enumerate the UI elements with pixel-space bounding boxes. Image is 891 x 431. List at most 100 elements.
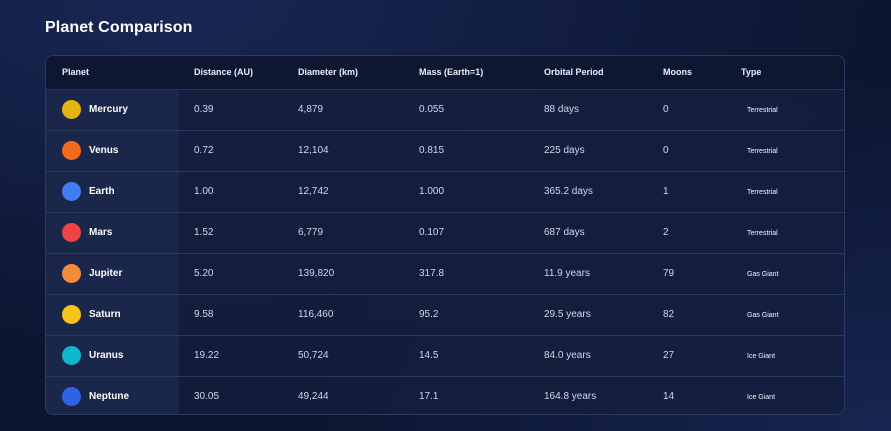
planet-name: Neptune — [89, 391, 129, 403]
type-badge: Ice Giant — [747, 353, 776, 360]
moons-cell: 79 — [663, 252, 741, 294]
planet-cell: Jupiter — [46, 252, 179, 294]
planet-cell: Earth — [46, 170, 179, 212]
type-badge: Terrestrial — [747, 148, 778, 155]
mass-cell: 0.055 — [419, 104, 445, 115]
orbital-period-cell: 225 days — [544, 129, 663, 171]
mass-cell: 95.2 — [419, 293, 544, 335]
planet-color-icon — [62, 223, 81, 242]
header-moons[interactable]: Moons — [663, 56, 741, 90]
moons-cell: 27 — [663, 334, 741, 376]
planet-cell: Venus — [46, 129, 179, 171]
table-row[interactable]: Venus 0.72 12,104 0.815 225 days 0 Terre… — [46, 129, 844, 171]
header-type[interactable]: Type — [741, 56, 844, 90]
diameter-cell: 12,104 — [298, 129, 419, 171]
type-badge: Gas Giant — [747, 312, 779, 319]
type-cell: Terrestrial — [741, 170, 844, 212]
planet-name: Saturn — [89, 309, 121, 320]
table-row[interactable]: Neptune 30.05 49,244 17.1 164.8 years 14… — [46, 375, 844, 414]
diameter-cell: 4,879 — [298, 104, 324, 115]
moons-cell: 2 — [663, 211, 741, 253]
planet-cell: Uranus — [46, 334, 179, 376]
moons-cell: 82 — [663, 293, 741, 335]
table-row[interactable]: Mars 1.52 6,779 0.107 687 days 2 Terrest… — [46, 211, 844, 253]
planet-cell: Saturn — [46, 293, 179, 335]
orbital-period-cell: 84.0 years — [544, 334, 663, 376]
type-badge: Terrestrial — [747, 230, 778, 237]
type-cell: Terrestrial — [741, 211, 844, 253]
orbital-period-cell: 88 days — [544, 104, 580, 115]
distance-cell: 5.20 — [179, 252, 298, 294]
distance-cell: 0.72 — [179, 129, 298, 171]
planet-name: Mars — [89, 227, 113, 238]
diameter-cell: 50,724 — [298, 334, 419, 376]
table-row[interactable]: Saturn 9.58 116,460 95.2 29.5 years 82 G… — [46, 293, 844, 335]
planet-name: Venus — [89, 145, 119, 156]
planet-table-card: Planet Distance (AU) Diameter (km) Mass … — [45, 55, 845, 415]
orbital-period-cell: 687 days — [544, 211, 663, 253]
type-cell: Ice Giant — [741, 334, 844, 376]
orbital-period-cell: 164.8 years — [544, 375, 663, 414]
table-header-row: Planet Distance (AU) Diameter (km) Mass … — [46, 56, 844, 90]
type-badge: Terrestrial — [747, 107, 778, 114]
table-row[interactable]: Earth 1.00 12,742 1.000 365.2 days 1 Ter… — [46, 170, 844, 212]
planet-color-icon — [62, 141, 81, 160]
page-title: Planet Comparison — [45, 19, 193, 36]
type-badge: Terrestrial — [747, 189, 778, 196]
planet-color-icon — [62, 346, 81, 365]
type-cell: Terrestrial — [741, 89, 844, 130]
table-header: Planet Distance (AU) Diameter (km) Mass … — [46, 56, 844, 90]
planet-color-icon — [62, 387, 81, 407]
header-orbital-period[interactable]: Orbital Period — [544, 56, 663, 90]
type-cell: Ice Giant — [741, 375, 844, 414]
type-cell: Terrestrial — [741, 129, 844, 171]
planet-color-icon — [62, 100, 81, 119]
table-row[interactable]: Jupiter 5.20 139,820 317.8 11.9 years 79… — [46, 252, 844, 294]
moons-cell: 0 — [663, 104, 669, 115]
mass-cell: 317.8 — [419, 252, 544, 294]
distance-cell: 1.00 — [179, 170, 298, 212]
mass-cell: 0.107 — [419, 211, 544, 253]
planet-color-icon — [62, 182, 81, 201]
diameter-cell: 116,460 — [298, 293, 419, 335]
moons-cell: 14 — [663, 375, 741, 414]
type-badge: Gas Giant — [747, 271, 779, 278]
type-badge: Ice Giant — [747, 394, 776, 402]
planet-name: Uranus — [89, 350, 124, 361]
planet-cell: Neptune — [46, 375, 179, 414]
diameter-cell: 49,244 — [298, 375, 419, 414]
planet-cell: Mercury — [46, 89, 179, 130]
moons-cell: 1 — [663, 170, 741, 212]
orbital-period-cell: 29.5 years — [544, 293, 663, 335]
distance-cell: 19.22 — [179, 334, 298, 376]
header-mass[interactable]: Mass (Earth=1) — [419, 56, 544, 90]
planet-cell: Mars — [46, 211, 179, 253]
planet-name: Jupiter — [89, 268, 123, 279]
table-row[interactable]: Mercury 0.39 4,879 0.055 88 days 0 Terre… — [46, 89, 844, 130]
distance-cell: 30.05 — [179, 375, 298, 414]
distance-cell: 0.39 — [194, 104, 214, 115]
mass-cell: 17.1 — [419, 375, 544, 414]
type-cell: Gas Giant — [741, 293, 844, 335]
table-body: Mercury 0.39 4,879 0.055 88 days 0 Terre… — [46, 89, 844, 414]
mass-cell: 14.5 — [419, 334, 544, 376]
distance-cell: 1.52 — [179, 211, 298, 253]
orbital-period-cell: 365.2 days — [544, 170, 663, 212]
header-distance[interactable]: Distance (AU) — [179, 56, 298, 90]
mass-cell: 1.000 — [419, 170, 544, 212]
diameter-cell: 12,742 — [298, 170, 419, 212]
table-row[interactable]: Uranus 19.22 50,724 14.5 84.0 years 27 I… — [46, 334, 844, 376]
planet-color-icon — [62, 305, 81, 324]
distance-cell: 9.58 — [179, 293, 298, 335]
planet-name: Mercury — [89, 104, 128, 115]
page: Planet Comparison Planet Distance (AU) D… — [0, 0, 891, 431]
header-diameter[interactable]: Diameter (km) — [298, 56, 419, 90]
moons-cell: 0 — [663, 129, 741, 171]
diameter-cell: 6,779 — [298, 211, 419, 253]
planet-color-icon — [62, 264, 81, 283]
planet-table: Planet Distance (AU) Diameter (km) Mass … — [46, 56, 844, 414]
header-planet[interactable]: Planet — [46, 56, 179, 90]
planet-name: Earth — [89, 186, 115, 197]
type-cell: Gas Giant — [741, 252, 844, 294]
diameter-cell: 139,820 — [298, 252, 419, 294]
